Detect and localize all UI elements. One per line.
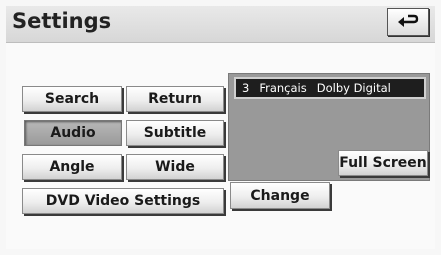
wide-button[interactable]: Wide <box>126 154 224 180</box>
return-arrow-icon <box>398 14 419 27</box>
full-screen-button[interactable]: Full Screen <box>338 150 428 176</box>
page-title: Settings <box>12 9 112 33</box>
header-bar: Settings <box>6 6 435 43</box>
audio-format: Dolby Digital <box>316 81 391 95</box>
audio-info-bar: 3 Français Dolby Digital <box>234 77 426 99</box>
subtitle-button[interactable]: Subtitle <box>126 120 224 146</box>
angle-button[interactable]: Angle <box>22 154 122 180</box>
search-button[interactable]: Search <box>22 86 122 112</box>
return-button[interactable]: Return <box>126 86 224 112</box>
back-button[interactable] <box>387 8 429 36</box>
audio-language: Français <box>259 81 307 95</box>
dvd-video-settings-button[interactable]: DVD Video Settings <box>22 188 224 214</box>
settings-screen: Settings Search Return Audio Subtitle An… <box>0 0 441 255</box>
change-button[interactable]: Change <box>230 182 330 209</box>
audio-track-number: 3 <box>242 81 250 95</box>
audio-button[interactable]: Audio <box>24 120 122 146</box>
